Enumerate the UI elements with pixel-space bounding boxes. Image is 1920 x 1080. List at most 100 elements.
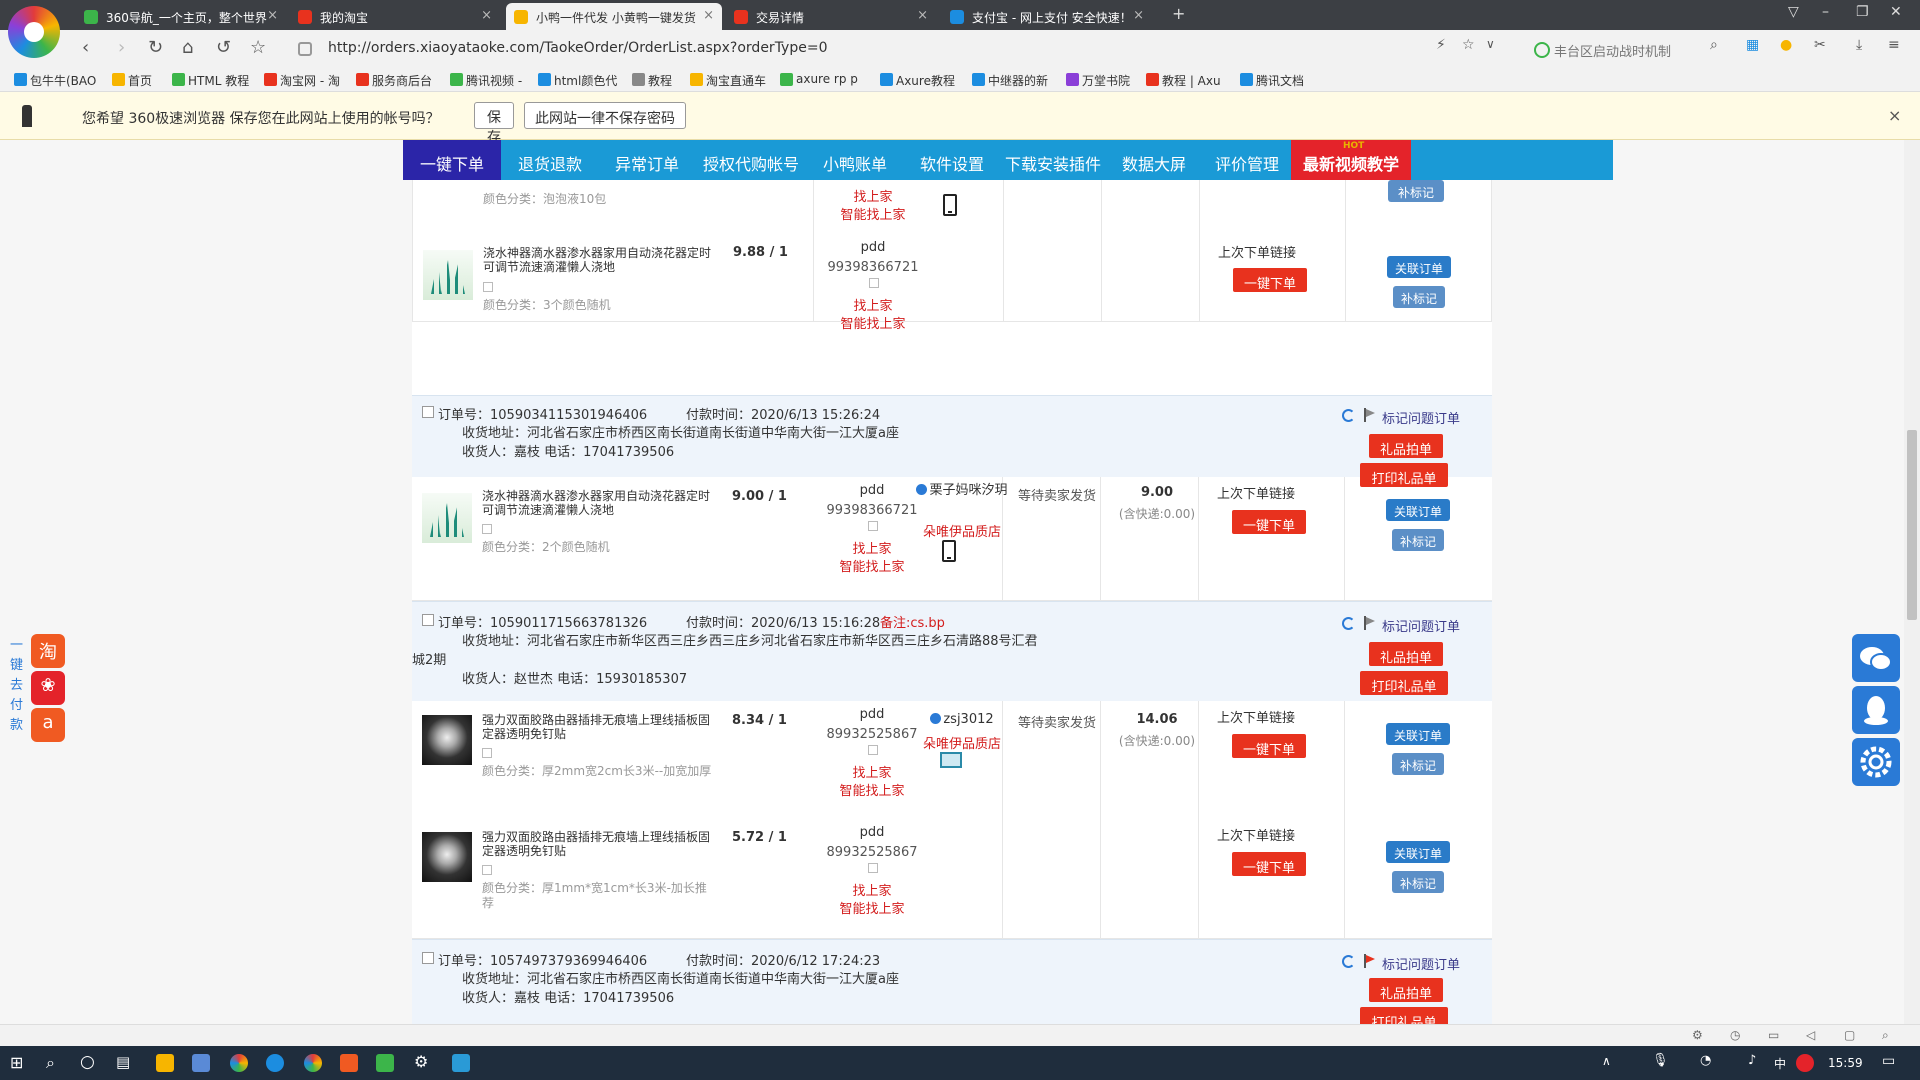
- scissors-icon[interactable]: ✂: [1814, 37, 1826, 53]
- bookmark-item[interactable]: 教程 | Axu: [1144, 72, 1221, 89]
- last-order-link[interactable]: 上次下单链接: [1217, 707, 1295, 726]
- find-seller-link[interactable]: 找上家: [822, 538, 922, 557]
- copy-icon[interactable]: [868, 745, 878, 755]
- close-icon[interactable]: ×: [481, 8, 492, 23]
- close-icon[interactable]: ×: [267, 8, 278, 23]
- product-name[interactable]: 浇水神器滴水器渗水器家用自动浇花器定时可调节流速滴灌懒人浇地: [483, 246, 713, 274]
- restore-icon[interactable]: ❐: [1856, 4, 1869, 20]
- refresh-icon[interactable]: [1342, 955, 1355, 968]
- mark-problem-order[interactable]: 标记问题订单: [1342, 408, 1460, 427]
- close-icon[interactable]: ×: [703, 8, 714, 23]
- zoom-icon[interactable]: ⌕: [1882, 1028, 1889, 1043]
- app-icon[interactable]: [376, 1054, 394, 1072]
- tmall-icon[interactable]: ❀: [31, 671, 65, 705]
- order-checkbox[interactable]: [422, 406, 434, 418]
- app-icon[interactable]: [192, 1054, 210, 1072]
- print-gift-button[interactable]: 打印礼品单: [1360, 671, 1448, 695]
- copy-icon[interactable]: [868, 863, 878, 873]
- product-thumbnail[interactable]: [423, 250, 473, 300]
- menu-icon[interactable]: ≡: [1888, 37, 1900, 53]
- last-order-link[interactable]: 上次下单链接: [1217, 825, 1295, 844]
- speaker-icon[interactable]: ♪: [1748, 1053, 1756, 1068]
- mark-problem-order[interactable]: 标记问题订单: [1342, 616, 1460, 635]
- app-icon[interactable]: [340, 1054, 358, 1072]
- never-save-button[interactable]: 此网站一律不保存密码: [524, 102, 686, 129]
- print-gift-button[interactable]: 打印礼品单: [1360, 1007, 1448, 1024]
- find-seller-link[interactable]: 找上家: [822, 880, 922, 899]
- close-icon[interactable]: ×: [1133, 8, 1144, 23]
- bookmark-item[interactable]: 腾讯视频 -: [448, 72, 522, 89]
- start-icon[interactable]: ⊞: [10, 1053, 23, 1072]
- find-seller-link[interactable]: 找上家: [823, 295, 923, 314]
- clock[interactable]: 15:59: [1828, 1056, 1863, 1070]
- flag-icon[interactable]: [1364, 616, 1375, 630]
- flag-icon[interactable]: [1364, 954, 1375, 968]
- undo-icon[interactable]: ↺: [216, 37, 231, 58]
- mic-icon[interactable]: 🎙: [1652, 1053, 1669, 1068]
- download-icon[interactable]: ⤓: [1856, 37, 1862, 53]
- product-thumbnail[interactable]: [422, 493, 472, 543]
- window-icon[interactable]: ▢: [1844, 1028, 1855, 1042]
- copy-icon[interactable]: [482, 865, 492, 875]
- settings-icon[interactable]: [1852, 738, 1900, 786]
- bookmark-item[interactable]: 中继器的新: [970, 72, 1048, 89]
- star-icon[interactable]: ☆: [250, 37, 266, 58]
- smart-find-seller-link[interactable]: 智能找上家: [822, 780, 922, 799]
- tab-list-icon[interactable]: ▽: [1788, 4, 1799, 20]
- back-icon[interactable]: ‹: [82, 37, 89, 58]
- nav-item-3[interactable]: 授权代购帐号: [695, 140, 807, 180]
- page-scrollbar[interactable]: [1904, 140, 1920, 1024]
- reload-icon[interactable]: ↻: [148, 37, 163, 58]
- alibaba-icon[interactable]: a: [31, 708, 65, 742]
- apps-icon[interactable]: ▦: [1746, 37, 1759, 53]
- trash-icon[interactable]: ▭: [1768, 1028, 1779, 1042]
- copy-icon[interactable]: [483, 282, 493, 292]
- ime-indicator[interactable]: 中: [1774, 1055, 1786, 1072]
- mark-button[interactable]: 补标记: [1392, 753, 1444, 775]
- last-order-link[interactable]: 上次下单链接: [1217, 483, 1295, 502]
- nav-item-8[interactable]: 评价管理: [1203, 140, 1291, 180]
- volume-icon[interactable]: ◁: [1806, 1028, 1815, 1042]
- notification-icon[interactable]: ▭: [1882, 1053, 1895, 1069]
- copy-icon[interactable]: [482, 524, 492, 534]
- history-icon[interactable]: ◷: [1730, 1028, 1740, 1042]
- product-name[interactable]: 强力双面胶路由器插排无痕墙上理线插板固定器透明免钉贴: [482, 830, 712, 858]
- browser-tab-3[interactable]: 小鸭一件代发 小黄鸭一键发货 ×: [506, 3, 722, 30]
- ie-icon[interactable]: ⚙: [1692, 1028, 1703, 1042]
- network-icon[interactable]: ◔: [1700, 1053, 1711, 1068]
- scrollbar-thumb[interactable]: [1907, 430, 1917, 620]
- refresh-icon[interactable]: [1342, 409, 1355, 422]
- search-icon[interactable]: ⌕: [1710, 37, 1718, 53]
- mark-button[interactable]: 补标记: [1388, 180, 1444, 202]
- search-input[interactable]: 丰台区启动战时机制: [1530, 37, 1730, 61]
- bookmark-item[interactable]: 淘宝直通车: [688, 72, 766, 89]
- site-info-icon[interactable]: [298, 42, 312, 56]
- antivirus-icon[interactable]: [1796, 1054, 1814, 1072]
- edge-icon[interactable]: [266, 1054, 284, 1072]
- link-order-button[interactable]: 关联订单: [1386, 499, 1450, 521]
- bookmark-item[interactable]: 服务商后台: [354, 72, 432, 89]
- close-window-icon[interactable]: ✕: [1890, 4, 1902, 20]
- bookmark-item[interactable]: Axure教程: [878, 72, 955, 89]
- address-bar[interactable]: http://orders.xiaoyataoke.com/TaokeOrder…: [290, 37, 1490, 61]
- duck-icon[interactable]: ●: [1780, 37, 1792, 53]
- last-order-link[interactable]: 上次下单链接: [1218, 242, 1296, 261]
- nav-item-7[interactable]: 数据大屏: [1105, 140, 1203, 180]
- close-icon[interactable]: ×: [1888, 106, 1901, 125]
- taobao-icon[interactable]: 淘: [31, 634, 65, 668]
- browser-tab-5[interactable]: 支付宝 - 网上支付 安全快速！ ×: [942, 3, 1152, 30]
- bookmark-item[interactable]: axure rp p: [778, 72, 858, 86]
- find-seller-link[interactable]: 找上家: [823, 186, 923, 205]
- copy-icon[interactable]: [482, 748, 492, 758]
- forward-icon[interactable]: ›: [118, 37, 125, 58]
- favorite-icon[interactable]: ☆: [1462, 37, 1475, 53]
- app-icon[interactable]: [452, 1054, 470, 1072]
- product-thumbnail[interactable]: [422, 715, 472, 765]
- new-tab-button[interactable]: +: [1172, 4, 1185, 23]
- product-thumbnail[interactable]: [422, 832, 472, 882]
- link-order-button[interactable]: 关联订单: [1386, 841, 1450, 863]
- chrome-icon[interactable]: [230, 1054, 248, 1072]
- find-seller-link[interactable]: 找上家: [822, 762, 922, 781]
- home-icon[interactable]: ⌂: [182, 37, 193, 58]
- bookmark-item[interactable]: 包牛牛(BAO: [12, 72, 96, 89]
